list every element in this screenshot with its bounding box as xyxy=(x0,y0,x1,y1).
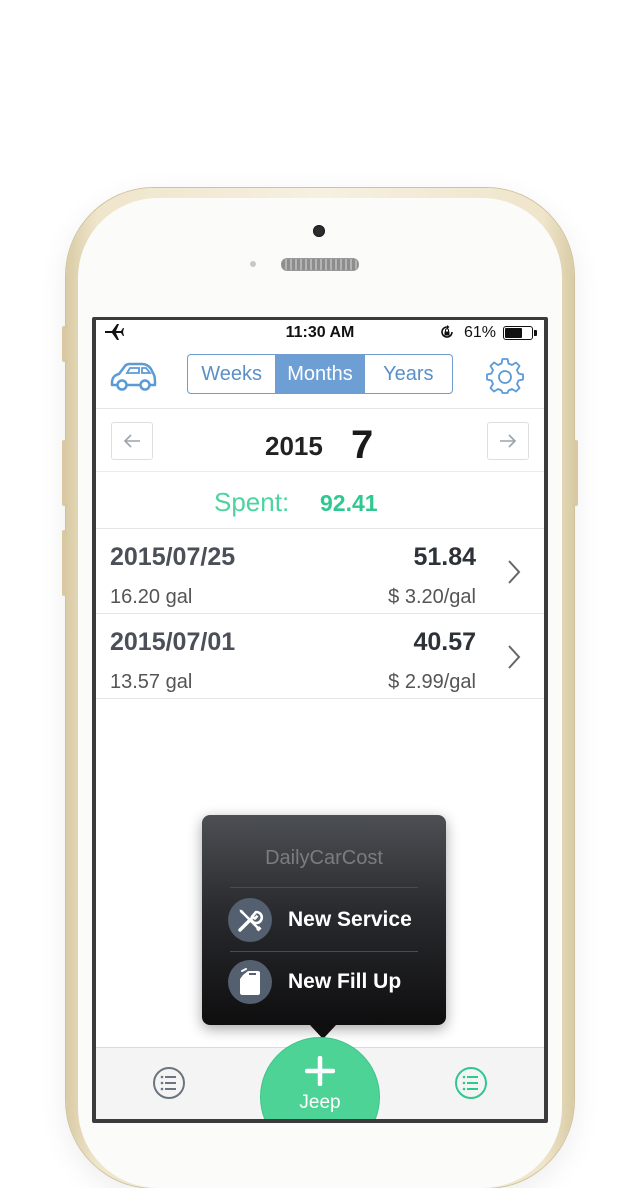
entry-price-per-gallon: $ 2.99/gal xyxy=(388,671,476,693)
fuel-can-icon xyxy=(228,960,272,1004)
month-label: 7 xyxy=(351,423,374,467)
volume-down-button xyxy=(62,530,67,596)
list-item[interactable]: 2015/07/01 40.57 13.57 gal $ 2.99/gal xyxy=(96,614,544,699)
arrow-left-icon xyxy=(123,434,140,448)
battery-percent: 61% xyxy=(464,324,497,341)
list-item[interactable]: 2015/07/25 51.84 16.20 gal $ 3.20/gal xyxy=(96,529,544,614)
list-icon[interactable] xyxy=(152,1066,186,1100)
wrench-screwdriver-icon xyxy=(228,898,272,942)
front-camera xyxy=(313,225,325,237)
new-service-button[interactable]: New Service xyxy=(228,895,436,945)
segment-weeks[interactable]: Weeks xyxy=(188,355,275,393)
previous-period-button[interactable] xyxy=(111,422,153,460)
chevron-right-icon xyxy=(508,645,521,669)
spent-summary: Spent: 92.41 xyxy=(96,472,544,529)
entry-gallons: 16.20 gal xyxy=(110,586,193,608)
spent-value: 92.41 xyxy=(320,490,378,516)
entry-total: 40.57 xyxy=(413,628,476,656)
battery-icon xyxy=(503,326,533,340)
new-fill-up-button[interactable]: New Fill Up xyxy=(228,957,436,1007)
vehicle-name: Jeep xyxy=(299,1092,341,1113)
app-screen: 11:30 AM 61% Weeks Months Years 2015 7 S… xyxy=(96,320,544,1119)
period-navigator: 2015 7 xyxy=(96,409,544,472)
plus-icon xyxy=(305,1056,335,1086)
chevron-right-icon xyxy=(508,560,521,584)
new-fill-up-label: New Fill Up xyxy=(288,970,402,993)
entry-gallons: 13.57 gal xyxy=(110,671,193,693)
period-segmented-control: Weeks Months Years xyxy=(187,354,453,394)
volume-up-button xyxy=(62,440,67,506)
rotation-lock-icon xyxy=(441,325,453,338)
segment-months[interactable]: Months xyxy=(275,355,364,393)
proximity-sensor xyxy=(250,261,256,267)
entry-date: 2015/07/25 xyxy=(110,543,236,571)
popup-divider xyxy=(230,887,418,888)
next-period-button[interactable] xyxy=(487,422,529,460)
segment-years[interactable]: Years xyxy=(363,355,452,393)
add-entry-popup: DailyCarCost New Service New Fill Up xyxy=(202,815,446,1025)
car-icon[interactable] xyxy=(108,356,158,396)
nav-bar: Weeks Months Years xyxy=(96,346,544,409)
battery-tip xyxy=(534,330,537,336)
popup-divider xyxy=(230,951,418,952)
earpiece-speaker xyxy=(281,258,359,271)
screen: 11:30 AM 61% Weeks Months Years 2015 7 S… xyxy=(92,317,548,1123)
spent-label: Spent: xyxy=(214,487,290,517)
entry-price-per-gallon: $ 3.20/gal xyxy=(388,586,476,608)
power-button xyxy=(573,440,578,506)
gear-icon[interactable] xyxy=(486,358,524,396)
year-label: 2015 xyxy=(265,431,323,461)
new-service-label: New Service xyxy=(288,908,412,931)
popup-pointer xyxy=(310,1025,336,1039)
summary-list-icon[interactable] xyxy=(454,1066,488,1100)
entry-total: 51.84 xyxy=(413,543,476,571)
arrow-right-icon xyxy=(500,434,517,448)
mute-switch xyxy=(62,326,67,362)
status-bar: 11:30 AM 61% xyxy=(96,320,544,346)
popup-title: DailyCarCost xyxy=(265,847,383,869)
entry-date: 2015/07/01 xyxy=(110,628,236,656)
